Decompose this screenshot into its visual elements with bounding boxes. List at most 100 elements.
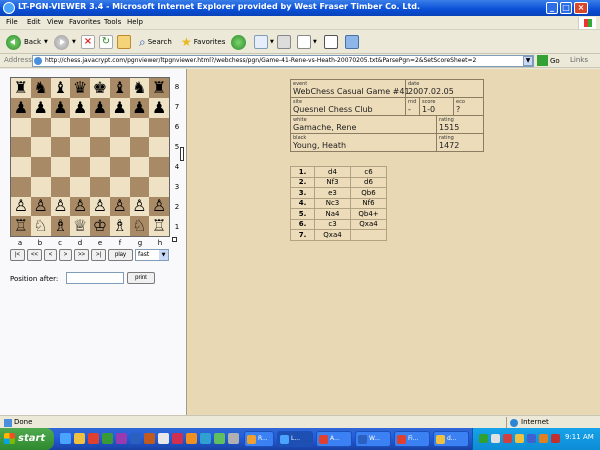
chess-piece[interactable]: ♟	[73, 99, 87, 116]
board-square[interactable]	[149, 137, 169, 157]
board-square[interactable]: ♘	[129, 216, 150, 236]
chess-piece[interactable]: ♙	[132, 198, 146, 214]
app-quicklaunch-icon[interactable]	[116, 433, 127, 444]
board-square[interactable]	[30, 117, 51, 138]
board-square[interactable]: ♞	[129, 78, 150, 98]
black-move[interactable]	[350, 229, 387, 241]
board-square[interactable]: ♜	[149, 78, 169, 98]
board-square[interactable]: ♙	[149, 196, 169, 217]
menu-file[interactable]: File	[6, 18, 18, 26]
board-square[interactable]	[90, 176, 110, 197]
address-input[interactable]: http://chess.javacrypt.com/pgnviewer/ltp…	[32, 55, 534, 67]
board-square[interactable]: ♙	[90, 196, 110, 217]
chess-piece[interactable]: ♞	[33, 79, 47, 96]
app-quicklaunch-icon[interactable]	[88, 433, 99, 444]
first-move-button[interactable]: |<	[10, 249, 25, 261]
board-square[interactable]: ♙	[11, 196, 31, 217]
forward-button[interactable]: ▼	[54, 34, 76, 50]
speed-select[interactable]: fast ▼	[135, 249, 169, 261]
folder-quicklaunch-icon[interactable]	[74, 433, 85, 444]
chess-piece[interactable]: ♗	[53, 218, 67, 234]
board-square[interactable]: ♗	[50, 216, 71, 236]
print-toolbar-button[interactable]	[277, 34, 291, 50]
chess-piece[interactable]: ♞	[132, 79, 146, 96]
board-square[interactable]: ♟	[149, 97, 169, 118]
board-square[interactable]: ♟	[50, 97, 71, 118]
tray-icon[interactable]	[551, 434, 560, 443]
board-square[interactable]: ♕	[70, 216, 90, 236]
board-square[interactable]: ♟	[30, 97, 51, 118]
board-square[interactable]	[109, 117, 130, 138]
prev-move-button[interactable]: <	[44, 249, 57, 261]
board-square[interactable]	[109, 157, 130, 177]
minimize-button[interactable]: _	[546, 2, 558, 14]
chess-piece[interactable]: ♙	[53, 198, 67, 214]
board-square[interactable]: ♟	[70, 97, 90, 118]
board-square[interactable]: ♙	[50, 196, 71, 217]
board-square[interactable]: ♛	[70, 78, 90, 98]
chess-piece[interactable]: ♛	[73, 79, 87, 96]
play-button[interactable]: play	[108, 249, 133, 261]
board-square[interactable]	[129, 176, 150, 197]
chess-piece[interactable]: ♕	[73, 218, 87, 234]
taskbar-task[interactable]: L...	[277, 431, 313, 447]
app-quicklaunch-icon[interactable]	[200, 433, 211, 444]
board-square[interactable]: ♚	[90, 78, 110, 98]
favorites-button[interactable]: ★ Favorites	[181, 34, 225, 50]
board-square[interactable]: ♙	[70, 196, 90, 217]
chess-piece[interactable]: ♟	[132, 99, 146, 116]
back-many-button[interactable]: <<	[27, 249, 42, 261]
board-square[interactable]	[50, 157, 71, 177]
black-move[interactable]: Qb6	[350, 187, 387, 199]
tray-icon[interactable]	[515, 434, 524, 443]
white-move[interactable]: d4	[314, 166, 351, 178]
board-square[interactable]	[109, 176, 130, 197]
chess-piece[interactable]: ♙	[152, 198, 166, 214]
maximize-button[interactable]: □	[560, 2, 572, 14]
app-quicklaunch-icon[interactable]	[172, 433, 183, 444]
chess-piece[interactable]: ♖	[152, 218, 166, 234]
ie-quicklaunch-icon[interactable]	[60, 433, 71, 444]
taskbar-task[interactable]: R...	[244, 431, 274, 447]
discuss-button[interactable]	[324, 34, 338, 50]
chess-piece[interactable]: ♔	[93, 218, 107, 234]
board-square[interactable]	[90, 137, 110, 157]
flip-board-toggle[interactable]	[172, 237, 177, 242]
address-dropdown-button[interactable]: ▼	[523, 56, 533, 66]
board-square[interactable]: ♖	[11, 216, 31, 236]
board-square[interactable]: ♞	[30, 78, 51, 98]
forward-many-button[interactable]: >>	[74, 249, 89, 261]
taskbar-task[interactable]: A...	[316, 431, 352, 447]
tray-icon[interactable]	[539, 434, 548, 443]
menu-edit[interactable]: Edit	[27, 18, 41, 26]
chess-piece[interactable]: ♝	[112, 79, 126, 96]
board-square[interactable]: ♘	[30, 216, 51, 236]
board-square[interactable]	[70, 117, 90, 138]
board-square[interactable]	[149, 157, 169, 177]
white-move[interactable]: Na4	[314, 208, 351, 220]
go-button[interactable]: Go	[537, 55, 560, 66]
position-after-input[interactable]	[66, 272, 124, 284]
edit-button[interactable]: ▼	[297, 34, 317, 50]
menu-view[interactable]: View	[47, 18, 64, 26]
chess-piece[interactable]: ♟	[33, 99, 47, 116]
board-square[interactable]	[90, 157, 110, 177]
black-move[interactable]: d6	[350, 176, 387, 188]
links-button[interactable]: Links	[570, 56, 588, 64]
board-square[interactable]	[90, 117, 110, 138]
app-quicklaunch-icon[interactable]	[214, 433, 225, 444]
chess-piece[interactable]: ♚	[93, 79, 107, 96]
board-square[interactable]	[30, 176, 51, 197]
app-quicklaunch-icon[interactable]	[158, 433, 169, 444]
board-square[interactable]: ♔	[90, 216, 110, 236]
black-move[interactable]: Qb4+	[350, 208, 387, 220]
start-button[interactable]: start	[0, 428, 54, 450]
board-square[interactable]	[50, 137, 71, 157]
board-square[interactable]	[149, 117, 169, 138]
board-square[interactable]	[11, 157, 31, 177]
close-button[interactable]: ×	[574, 2, 588, 14]
chess-piece[interactable]: ♟	[93, 99, 107, 116]
tray-icon[interactable]	[503, 434, 512, 443]
app-quicklaunch-icon[interactable]	[144, 433, 155, 444]
chess-piece[interactable]: ♙	[93, 198, 107, 214]
